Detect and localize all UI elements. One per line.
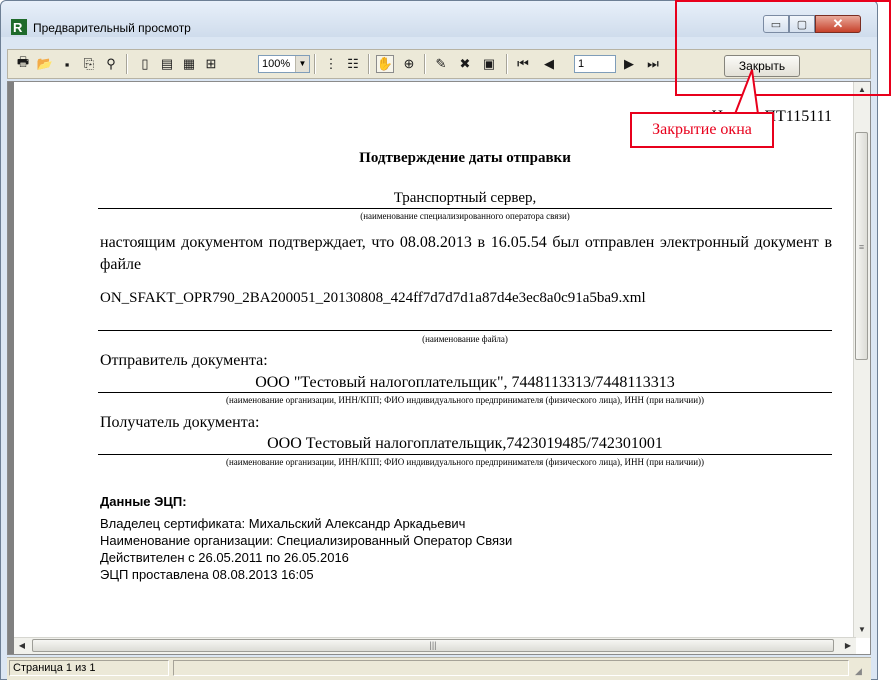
callout-pointer (733, 69, 760, 115)
annotation-callout: Закрытие окна (630, 112, 774, 148)
